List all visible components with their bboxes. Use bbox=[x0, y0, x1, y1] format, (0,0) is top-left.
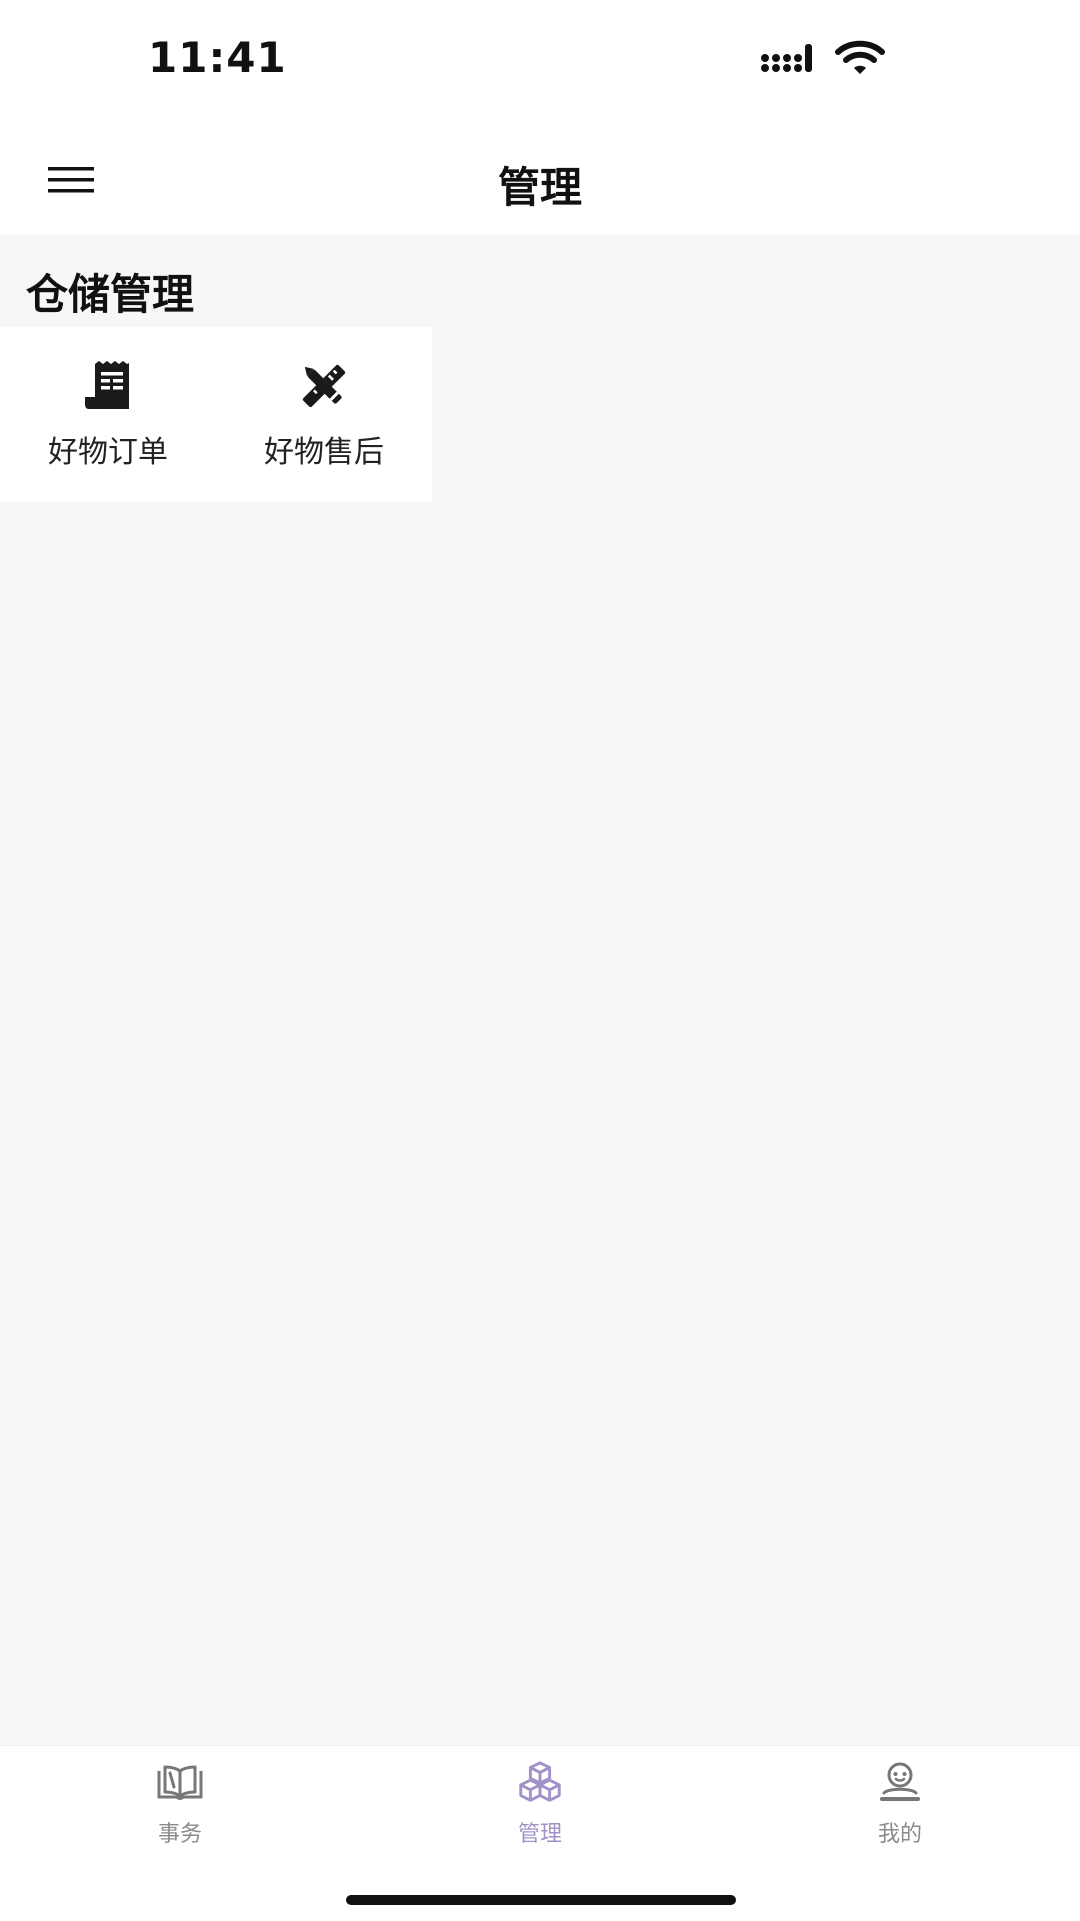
goods-orders-label: 好物订单 bbox=[48, 435, 168, 470]
status-bar: 11:41 bbox=[0, 0, 1080, 120]
goods-orders-item[interactable]: 好物订单 bbox=[0, 327, 216, 502]
nav-bar: 管理 bbox=[0, 120, 1080, 235]
goods-aftersale-label: 好物售后 bbox=[264, 435, 384, 470]
home-indicator bbox=[346, 1895, 736, 1905]
receipt-icon bbox=[81, 359, 135, 413]
tools-icon bbox=[297, 359, 351, 413]
warehouse-card: 好物订单 好物售后 bbox=[0, 327, 432, 502]
tab-mine-label: 我的 bbox=[877, 1822, 922, 1847]
section-title: 仓储管理 bbox=[26, 270, 195, 319]
goods-aftersale-item[interactable]: 好物售后 bbox=[216, 327, 432, 502]
wifi-icon bbox=[835, 40, 885, 74]
signal-icon bbox=[761, 44, 812, 72]
cubes-icon bbox=[514, 1760, 566, 1806]
tab-mine[interactable]: 我的 bbox=[800, 1760, 1000, 1848]
page-title: 管理 bbox=[497, 163, 582, 212]
tab-management-label: 管理 bbox=[517, 1822, 562, 1847]
tab-affairs[interactable]: 事务 bbox=[80, 1760, 280, 1848]
user-icon bbox=[874, 1760, 926, 1806]
status-time: 11:41 bbox=[148, 33, 287, 82]
tab-management[interactable]: 管理 bbox=[440, 1760, 640, 1848]
tab-affairs-label: 事务 bbox=[157, 1822, 202, 1847]
tab-bar: 事务 管理 我的 bbox=[0, 1745, 1080, 1921]
book-icon bbox=[154, 1760, 206, 1806]
main-content: 仓储管理 好物订单 好物售后 bbox=[0, 235, 1080, 1745]
status-icons bbox=[760, 38, 890, 82]
